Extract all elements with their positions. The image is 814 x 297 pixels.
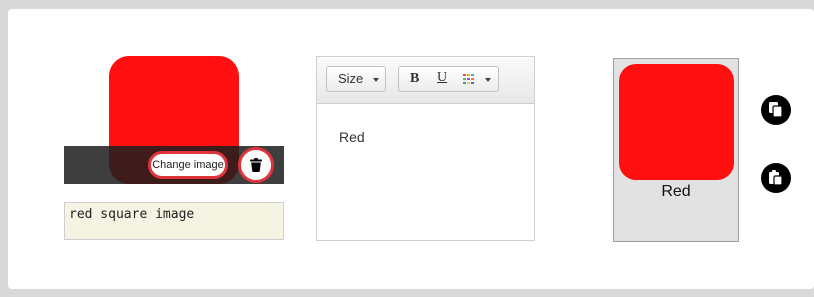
editor-content[interactable]: Red	[339, 129, 365, 145]
change-image-button[interactable]: Change image	[148, 151, 228, 179]
content-card: Change image red square image Size B U R…	[8, 9, 814, 289]
paste-icon	[769, 170, 783, 186]
editor-toolbar: Size B U	[317, 57, 534, 104]
chevron-down-icon	[373, 78, 379, 82]
image-caption-field[interactable]: red square image	[64, 202, 284, 240]
format-button-group: B U	[398, 66, 499, 92]
rich-text-editor: Size B U Red	[316, 56, 535, 241]
copy-button[interactable]	[761, 95, 791, 125]
color-palette-icon[interactable]	[463, 74, 475, 84]
image-editor: Change image red square image	[64, 56, 284, 240]
delete-image-button[interactable]	[238, 147, 274, 183]
trash-icon	[250, 158, 262, 172]
font-size-dropdown[interactable]: Size	[326, 66, 386, 92]
chevron-down-icon[interactable]	[485, 78, 491, 82]
preview-image	[619, 64, 734, 180]
preview-card[interactable]: Red	[613, 58, 739, 242]
font-size-label: Size	[338, 71, 364, 86]
copy-icon	[769, 102, 783, 118]
underline-button[interactable]: U	[437, 70, 447, 86]
preview-label: Red	[661, 183, 691, 200]
bold-button[interactable]: B	[410, 71, 419, 87]
paste-button[interactable]	[761, 163, 791, 193]
